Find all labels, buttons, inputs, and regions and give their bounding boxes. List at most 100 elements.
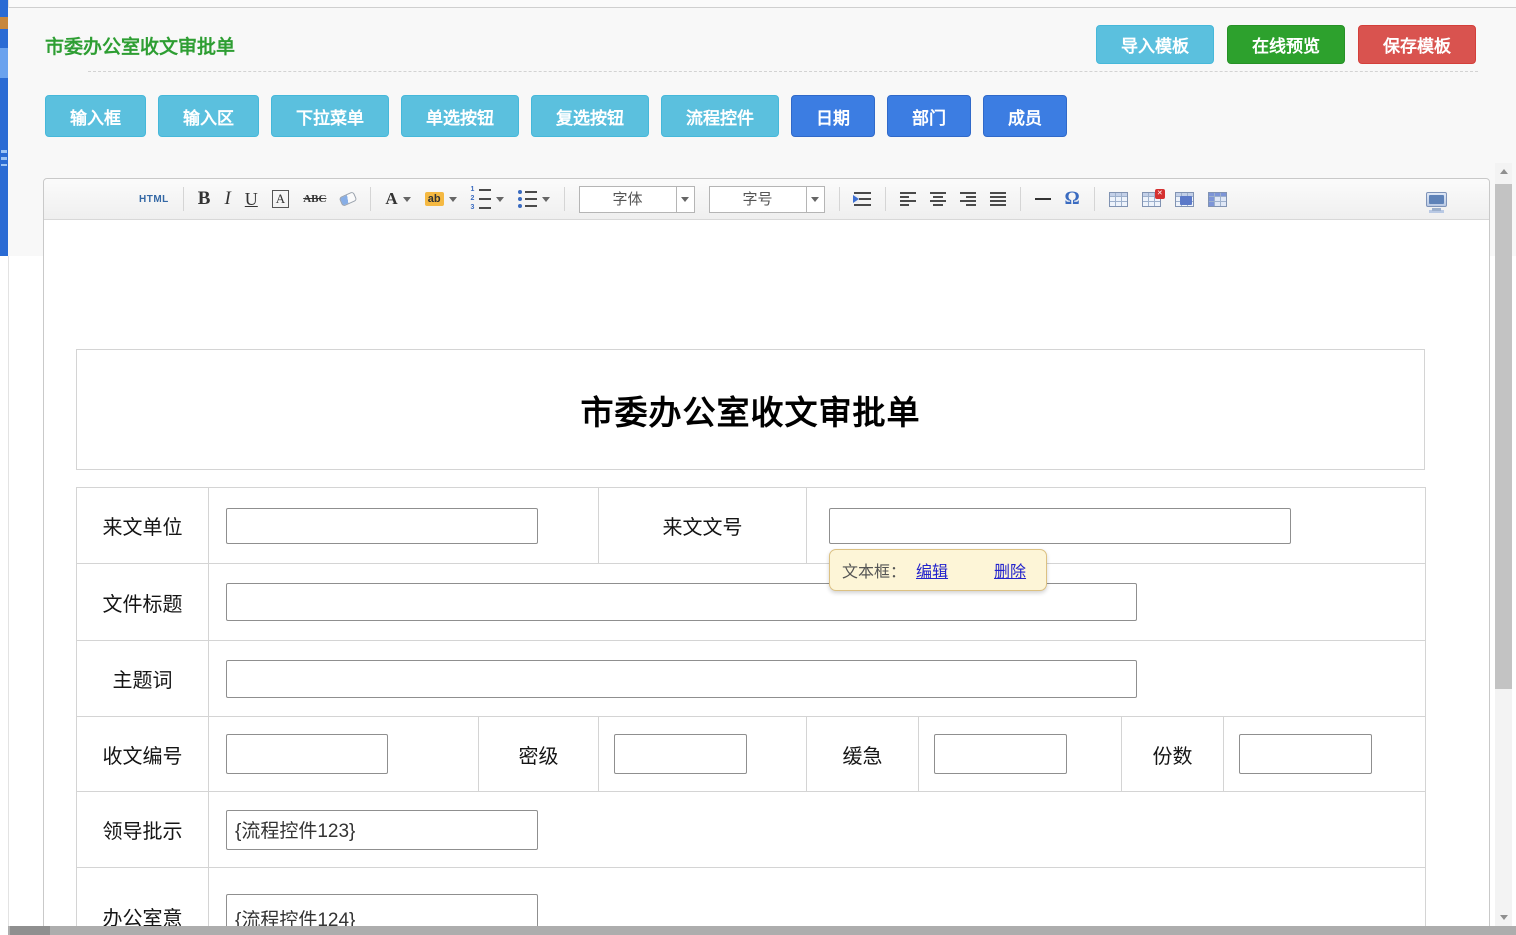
add-member-button[interactable]: 成员 — [983, 95, 1067, 137]
incoming-unit-label: 来文单位 — [77, 488, 209, 564]
add-department-button[interactable]: 部门 — [887, 95, 971, 137]
table-row: 收文编号 密级 缓急 份数 — [77, 717, 1426, 792]
edit-link[interactable]: 编辑 — [916, 558, 948, 582]
table-row: 办公室意见 — [77, 868, 1426, 935]
toolbar-separator — [370, 187, 371, 211]
form-table: 来文单位 来文文号 文件标题 主题词 — [76, 487, 1426, 934]
table-row: 主题词 — [77, 641, 1426, 717]
align-center-icon[interactable] — [930, 192, 946, 206]
add-dropdown-button[interactable]: 下拉菜单 — [271, 95, 389, 137]
app-window: 市委办公室收文审批单 导入模板 在线预览 保存模板 输入框 输入区 下拉菜单 单… — [0, 0, 1516, 935]
indent-icon[interactable] — [854, 192, 871, 206]
chevron-down-icon — [496, 197, 504, 202]
scroll-down-button[interactable] — [1495, 909, 1512, 926]
toolbar-separator — [1020, 187, 1021, 211]
align-left-icon[interactable] — [900, 192, 916, 206]
font-color-icon[interactable]: A — [385, 189, 410, 209]
field-tooltip: 文本框： 编辑 删除 — [829, 549, 1047, 591]
online-preview-button[interactable]: 在线预览 — [1227, 25, 1345, 64]
incoming-unit-input[interactable] — [226, 508, 538, 544]
save-template-button[interactable]: 保存模板 — [1358, 25, 1476, 64]
font-size-select[interactable]: 字号 — [709, 186, 825, 213]
receipt-number-label: 收文编号 — [77, 717, 209, 792]
delete-table-icon[interactable] — [1142, 192, 1161, 207]
chevron-down-icon — [676, 187, 694, 212]
sidebar-icon-fragment — [0, 17, 8, 29]
delete-link[interactable]: 删除 — [994, 558, 1026, 582]
receipt-number-input[interactable] — [226, 734, 388, 774]
subject-words-label: 主题词 — [77, 641, 209, 717]
incoming-number-label: 来文文号 — [599, 488, 807, 564]
leader-comments-input[interactable] — [226, 810, 538, 850]
highlight-color-icon[interactable]: ab — [425, 192, 457, 206]
remove-format-icon[interactable] — [340, 194, 356, 204]
special-char-icon[interactable]: Ω — [1065, 188, 1080, 210]
add-date-button[interactable]: 日期 — [791, 95, 875, 137]
bold-icon[interactable]: B — [198, 188, 211, 210]
font-style-icon[interactable]: A — [272, 190, 289, 208]
italic-icon[interactable]: I — [224, 188, 230, 210]
ordered-list-icon[interactable] — [471, 187, 504, 211]
table-properties-icon[interactable] — [1208, 192, 1227, 207]
table-row: 文件标题 — [77, 564, 1426, 641]
underline-icon[interactable]: U — [245, 189, 258, 210]
chevron-down-icon — [806, 187, 824, 212]
fullscreen-icon[interactable] — [1426, 192, 1447, 207]
strikethrough-icon[interactable]: ABC — [303, 193, 326, 205]
action-buttons: 导入模板 在线预览 保存模板 — [1096, 25, 1476, 64]
rich-text-editor: HTML B I U A ABC A ab — [43, 178, 1490, 935]
vertical-scrollbar[interactable] — [1495, 163, 1512, 926]
toolbar-separator — [564, 187, 565, 211]
editor-content[interactable]: 市委办公室收文审批单 来文单位 来文文号 — [44, 220, 1489, 934]
bullet-list-icon[interactable] — [518, 190, 550, 208]
urgency-input[interactable] — [934, 734, 1067, 774]
field-control-buttons: 输入框 输入区 下拉菜单 单选按钮 复选按钮 流程控件 日期 部门 成员 — [45, 95, 1067, 137]
editor-toolbar: HTML B I U A ABC A ab — [44, 179, 1489, 220]
eraser-icon — [339, 191, 358, 207]
cell-properties-icon[interactable] — [1175, 192, 1194, 207]
toolbar-separator — [839, 187, 840, 211]
chevron-down-icon — [449, 197, 457, 202]
copies-label: 份数 — [1122, 717, 1224, 792]
toolbar-separator — [1094, 187, 1095, 211]
chevron-down-icon — [403, 197, 411, 202]
add-radio-button[interactable]: 单选按钮 — [401, 95, 519, 137]
arrow-up-icon — [1500, 169, 1508, 174]
import-template-button[interactable]: 导入模板 — [1096, 25, 1214, 64]
window-top-edge — [8, 0, 1516, 8]
add-flow-control-button[interactable]: 流程控件 — [661, 95, 779, 137]
window-bottom-edge — [8, 926, 1516, 935]
scroll-up-button[interactable] — [1495, 163, 1512, 180]
secrecy-level-input[interactable] — [614, 734, 747, 774]
arrow-down-icon — [1500, 915, 1508, 920]
horizontal-scrollbar-fragment — [10, 926, 50, 935]
subject-words-input[interactable] — [226, 660, 1137, 698]
add-checkbox-button[interactable]: 复选按钮 — [531, 95, 649, 137]
align-justify-icon[interactable] — [990, 192, 1006, 206]
align-right-icon[interactable] — [960, 192, 976, 206]
insert-table-icon[interactable] — [1109, 192, 1128, 207]
chevron-down-icon — [542, 197, 550, 202]
leader-comment-label: 领导批示 — [77, 792, 209, 868]
horizontal-rule-icon[interactable] — [1035, 198, 1051, 200]
sidebar-edge — [0, 0, 8, 256]
sidebar-icon-fragment — [0, 48, 8, 78]
toolbar-separator — [183, 187, 184, 211]
incoming-doc-number-input[interactable] — [829, 508, 1291, 544]
urgency-label: 缓急 — [807, 717, 919, 792]
tooltip-label: 文本框： — [842, 558, 906, 582]
secrecy-label: 密级 — [479, 717, 599, 792]
add-input-box-button[interactable]: 输入框 — [45, 95, 146, 137]
copies-input[interactable] — [1239, 734, 1372, 774]
table-row: 领导批示 — [77, 792, 1426, 868]
source-code-icon[interactable]: HTML — [139, 194, 169, 205]
scrollbar-thumb[interactable] — [1495, 184, 1512, 689]
form-title: 市委办公室收文审批单 — [581, 386, 921, 434]
divider — [88, 71, 1478, 72]
office-opinion-label: 办公室意见 — [77, 868, 209, 935]
toolbar-separator — [885, 187, 886, 211]
doc-title-label: 文件标题 — [77, 564, 209, 641]
sidebar-icon-fragment — [1, 150, 7, 166]
add-textarea-button[interactable]: 输入区 — [158, 95, 259, 137]
font-family-select[interactable]: 字体 — [579, 186, 695, 213]
